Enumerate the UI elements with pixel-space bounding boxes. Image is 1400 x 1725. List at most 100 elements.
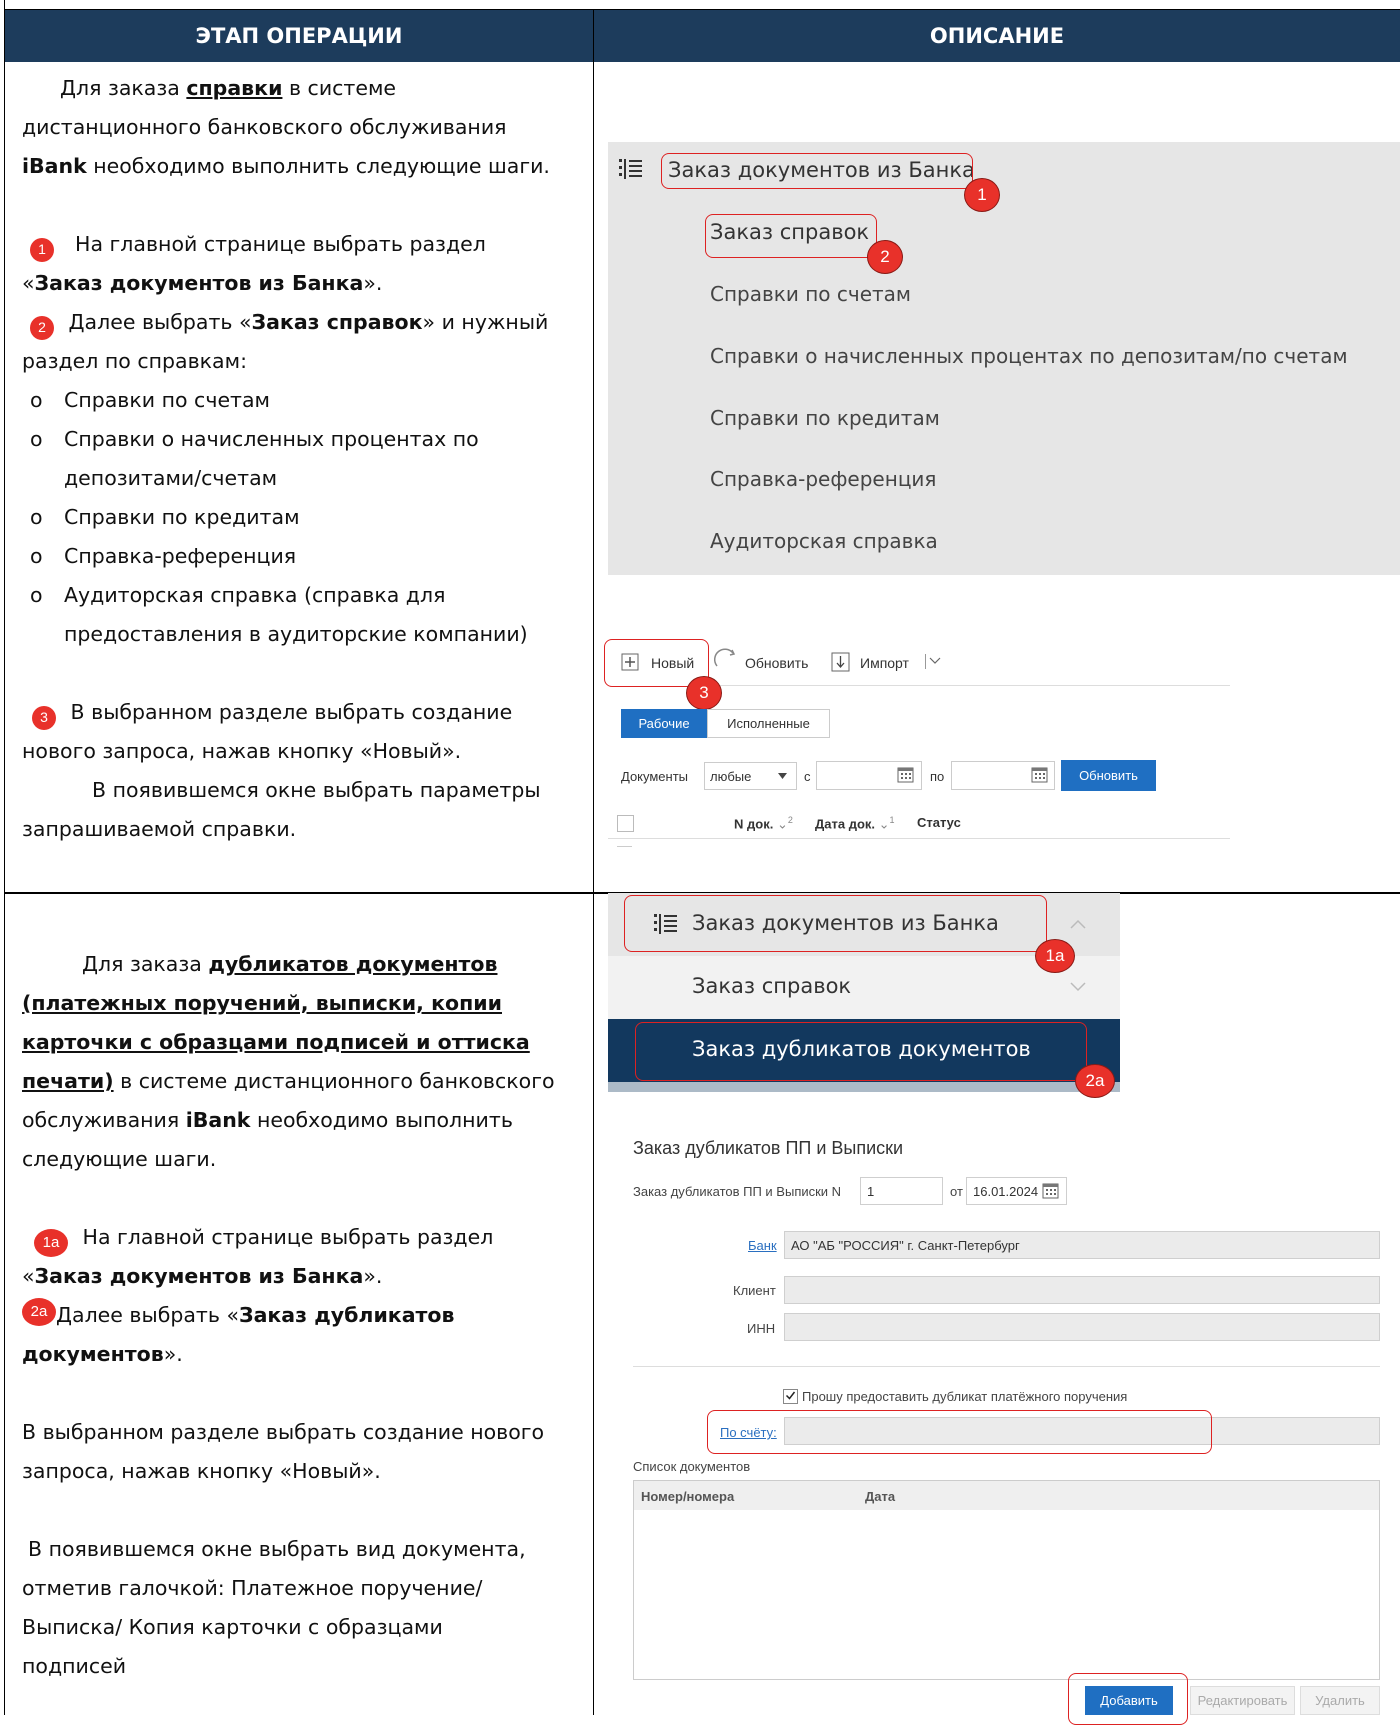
text: Для заказа <box>82 952 209 976</box>
help-link: карточки с образцами подписей и оттиска <box>22 1030 530 1054</box>
list-item-continued: предоставления в аудиторские компании) <box>22 615 582 654</box>
calendar-icon[interactable] <box>1031 767 1048 783</box>
text: На главной странице выбрать раздел <box>75 232 486 256</box>
column-status[interactable]: Статус <box>917 815 961 830</box>
column-numbers[interactable]: Номер/номера <box>641 1489 734 1504</box>
menu-item-credits[interactable]: Справки по кредитам <box>710 406 940 430</box>
column-doc-number[interactable]: N док. ⌄2 <box>734 815 793 832</box>
column-date[interactable]: Дата <box>865 1489 895 1504</box>
brand-name: iBank <box>22 154 87 178</box>
order-number-label: Заказ дубликатов ПП и Выписки N <box>633 1184 842 1199</box>
text: в системе дистанционного банковского <box>113 1069 555 1093</box>
bullet-marker: o <box>30 388 43 412</box>
order-number-input[interactable]: 1 <box>860 1177 943 1205</box>
checkmark-icon <box>785 1391 796 1400</box>
highlight-box-2 <box>705 214 877 258</box>
menu-name: документов <box>22 1342 164 1366</box>
select-all-checkbox[interactable] <box>617 815 634 832</box>
bullet-marker: o <box>30 544 43 568</box>
menu-item-reference[interactable]: Справка-референция <box>710 467 936 491</box>
section2-instructions: Для заказа дубликатов документов (платеж… <box>22 945 582 1686</box>
refresh-icon <box>713 648 736 667</box>
toolbar-underline <box>705 685 1230 686</box>
import-button[interactable]: Импорт <box>860 655 909 671</box>
text: необходимо выполнить следующие шаги. <box>86 154 550 178</box>
import-icon <box>831 652 850 672</box>
delete-button[interactable]: Удалить <box>1300 1686 1380 1715</box>
text: следующие шаги. <box>22 1147 217 1171</box>
menu-item-audit[interactable]: Аудиторская справка <box>710 529 938 553</box>
step-3-badge: 3 <box>32 705 56 730</box>
bullet-marker: o <box>30 505 43 529</box>
help-link: (платежных поручений, выписки, копии <box>22 991 502 1015</box>
column-doc-date[interactable]: Дата док. ⌄1 <box>815 815 895 832</box>
calendar-icon[interactable] <box>897 767 914 783</box>
section1-instructions: Для заказа справки в системе дистанционн… <box>22 69 582 849</box>
menu-name: Заказ документов из Банка <box>34 1264 364 1288</box>
list-item-continued: депозитами/счетам <box>22 459 582 498</box>
bullet-marker: o <box>30 427 43 451</box>
text: в системе <box>282 76 397 100</box>
text: Далее выбрать « <box>68 310 252 334</box>
refresh-toolbar-button[interactable]: Обновить <box>745 655 808 671</box>
text: ». <box>363 271 383 295</box>
text: В выбранном разделе выбрать создание <box>70 700 513 724</box>
text: « <box>22 271 35 295</box>
text: Аудиторская справка (справка для <box>64 583 446 607</box>
client-label: Клиент <box>733 1283 776 1298</box>
chevron-up-icon[interactable] <box>1070 919 1086 929</box>
menu-name: Заказ дубликатов <box>239 1303 455 1327</box>
bullet-marker: o <box>30 583 43 607</box>
grid-header-underline <box>608 838 1230 839</box>
refresh-filter-button[interactable]: Обновить <box>1061 760 1156 791</box>
text: обслуживания <box>22 1108 186 1132</box>
import-separator <box>925 654 926 669</box>
documents-list-label: Список документов <box>633 1459 751 1474</box>
callout-1a-badge: 1a <box>1035 939 1075 973</box>
chevron-down-icon[interactable] <box>1070 982 1086 992</box>
text: Выписка/ Копия карточки с образцами <box>22 1615 443 1639</box>
callout-1-badge: 1 <box>964 178 1000 212</box>
bank-link[interactable]: Банк <box>748 1238 777 1253</box>
header-cell-description: ОПИСАНИЕ <box>594 10 1400 62</box>
menu-item-accounts[interactable]: Справки по счетам <box>710 282 911 306</box>
calendar-icon[interactable] <box>1042 1183 1059 1199</box>
text: нового запроса, нажав кнопку «Новый». <box>22 739 462 763</box>
text: » и нужный <box>422 310 549 334</box>
client-field <box>784 1276 1380 1304</box>
header-description-label: ОПИСАНИЕ <box>929 24 1065 48</box>
step-2a-badge: 2a <box>22 1297 56 1326</box>
text: Далее выбрать « <box>56 1303 239 1327</box>
edit-button[interactable]: Редактировать <box>1190 1686 1295 1715</box>
menu-name: Заказ справок <box>251 310 423 334</box>
text: На главной странице выбрать раздел <box>82 1225 494 1249</box>
chevron-down-icon[interactable] <box>929 657 941 665</box>
highlight-box-1 <box>661 153 973 189</box>
text: В появившемся окне выбрать параметры <box>92 778 541 802</box>
table-border-left <box>4 0 5 1715</box>
list-item: o Справки о начисленных процентах по <box>22 420 582 459</box>
documents-select-value: любые <box>710 768 752 784</box>
date-from-label: с <box>804 769 811 784</box>
list-icon <box>619 159 642 179</box>
help-link: справки <box>186 76 283 100</box>
menu-item-interest[interactable]: Справки о начисленных процентах по депоз… <box>710 344 1348 368</box>
duplicate-checkbox-label[interactable]: Прошу предоставить дубликат платёжного п… <box>802 1389 1127 1404</box>
text: Справка-референция <box>64 544 297 568</box>
bank-value: АО "АБ "РОССИЯ" г. Санкт-Петербург <box>791 1237 1020 1253</box>
order-date-label: от <box>950 1184 963 1199</box>
header-stage-label: ЭТАП ОПЕРАЦИИ <box>195 24 403 48</box>
documents-label: Документы <box>621 769 689 784</box>
inn-field <box>784 1313 1380 1341</box>
tab-executed[interactable]: Исполненные <box>707 709 830 738</box>
highlight-box-1a <box>624 895 1047 952</box>
sort-order: 2 <box>787 815 793 825</box>
documents-list-header <box>634 1481 1379 1510</box>
list-item: o Справки по кредитам <box>22 498 582 537</box>
tab-working[interactable]: Рабочие <box>621 709 707 738</box>
text: ». <box>363 1264 383 1288</box>
order-number-value: 1 <box>867 1183 875 1199</box>
sort-order: 1 <box>889 815 895 825</box>
text: депозитами/счетам <box>64 466 278 490</box>
help-link: печати) <box>22 1069 114 1093</box>
